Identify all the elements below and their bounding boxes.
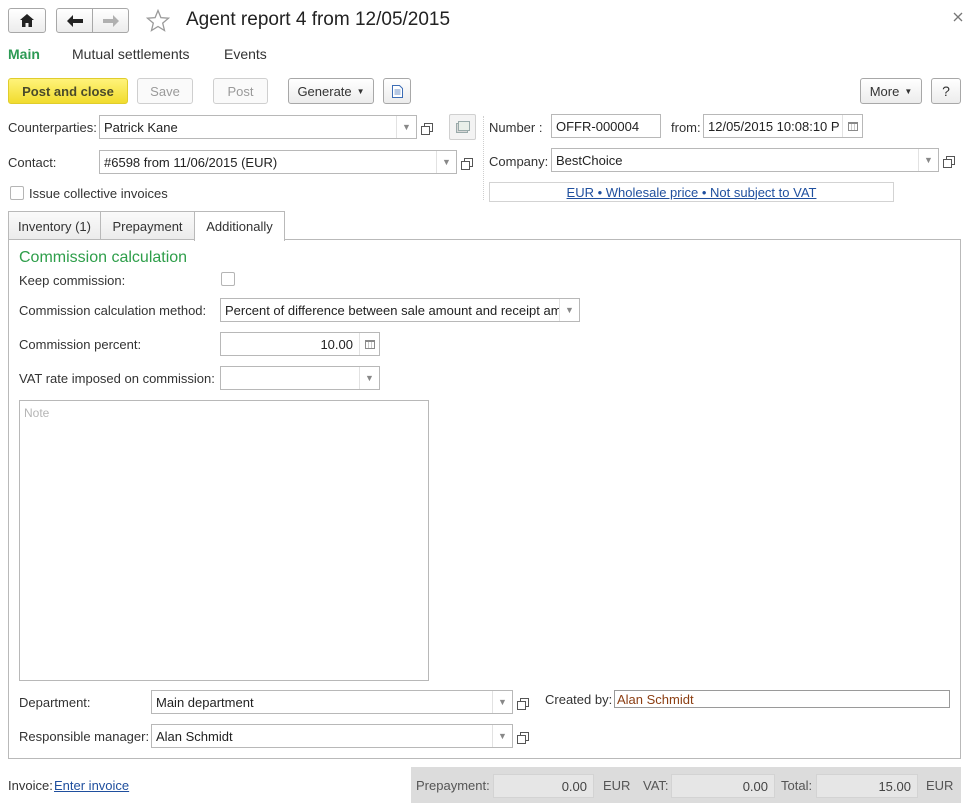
generate-button[interactable]: Generate ▼ [288,78,374,104]
date-field[interactable]: 12/05/2015 10:08:10 P [703,114,863,138]
open-icon [460,157,473,170]
nav-tab-mutual-settlements[interactable]: Mutual settlements [72,46,190,62]
totals-bar: Prepayment: 0.00 EUR VAT: 0.00 Total: 15… [411,767,961,803]
header-divider [483,116,484,200]
from-label: from: [671,120,701,135]
counterparties-label: Counterparties: [8,120,97,135]
window-title: Agent report 4 from 12/05/2015 [186,9,451,30]
calendar-button[interactable] [842,115,862,137]
close-icon [953,12,963,22]
company-label: Company: [489,154,549,169]
back-button[interactable] [56,8,93,33]
home-button[interactable] [8,8,46,33]
total-amount-field: 15.00 [816,774,918,798]
tab-prepayment[interactable]: Prepayment [100,211,195,240]
vat-label: VAT: [643,778,669,793]
open-icon [420,122,433,135]
total-amount: 15.00 [878,778,911,794]
number-field[interactable]: OFFR-000004 [551,114,661,138]
prepayment-amount: 0.00 [561,778,587,794]
close-button[interactable] [953,10,967,24]
select-icon[interactable]: ▼ [396,116,416,138]
chevron-down-icon: ▼ [904,86,913,96]
select-icon[interactable]: ▼ [918,149,938,171]
counterparties-value: Patrick Kane [104,119,178,135]
prepayment-label: Prepayment: [416,778,490,793]
prepayment-amount-field: 0.00 [493,774,594,798]
chevron-down-icon: ▼ [356,86,365,96]
forward-button[interactable] [92,8,129,33]
nav-tab-main[interactable]: Main [8,46,40,62]
favorite-star-button[interactable] [145,8,171,33]
price-settings-box: EUR • Wholesale price • Not subject to V… [489,182,894,202]
prepayment-currency: EUR [603,778,631,793]
back-arrow-icon [66,14,83,27]
star-icon [145,8,171,32]
home-icon [20,14,34,27]
more-button[interactable]: More ▼ [860,78,922,104]
number-value: OFFR-000004 [556,118,640,134]
print-document-button[interactable] [383,78,411,104]
issue-collective-invoices-checkbox[interactable] [10,186,24,200]
total-label: Total: [781,778,813,793]
contact-value: #6598 from 11/06/2015 (EUR) [104,154,278,170]
counterparty-card-icon [455,121,470,133]
post-and-close-button[interactable]: Post and close [8,78,128,104]
tab-additionally[interactable]: Additionally [194,211,285,241]
calendar-icon [847,121,858,131]
tab-inventory[interactable]: Inventory (1) [8,211,101,240]
counterparties-field[interactable]: Patrick Kane ▼ [99,115,417,139]
company-value: BestChoice [556,152,623,168]
issue-collective-invoices-label: Issue collective invoices [29,186,168,201]
contact-label: Contact: [8,155,57,170]
nav-tab-events[interactable]: Events [224,46,267,62]
document-icon [391,84,403,98]
additionally-panel [8,239,961,759]
vat-amount-field: 0.00 [671,774,775,798]
counterparties-open-button[interactable] [418,115,438,139]
more-label: More [869,83,900,99]
vat-amount: 0.00 [742,778,768,794]
invoice-label: Invoice: [8,778,53,793]
post-button[interactable]: Post [213,78,268,104]
enter-invoice-link[interactable]: Enter invoice [54,778,129,793]
price-settings-link[interactable]: EUR • Wholesale price • Not subject to V… [567,185,817,200]
contact-open-button[interactable] [458,150,478,174]
forward-arrow-icon [102,14,119,27]
counterparty-card-button[interactable] [449,114,476,140]
company-field[interactable]: BestChoice ▼ [551,148,939,172]
save-button[interactable]: Save [137,78,193,104]
select-icon[interactable]: ▼ [436,151,456,173]
date-value: 12/05/2015 10:08:10 P [708,118,840,134]
total-currency: EUR [926,778,954,793]
help-button[interactable]: ? [931,78,961,104]
open-icon [942,155,955,168]
number-label: Number : [489,120,543,135]
contact-field[interactable]: #6598 from 11/06/2015 (EUR) ▼ [99,150,457,174]
company-open-button[interactable] [940,148,960,172]
generate-label: Generate [297,83,352,99]
